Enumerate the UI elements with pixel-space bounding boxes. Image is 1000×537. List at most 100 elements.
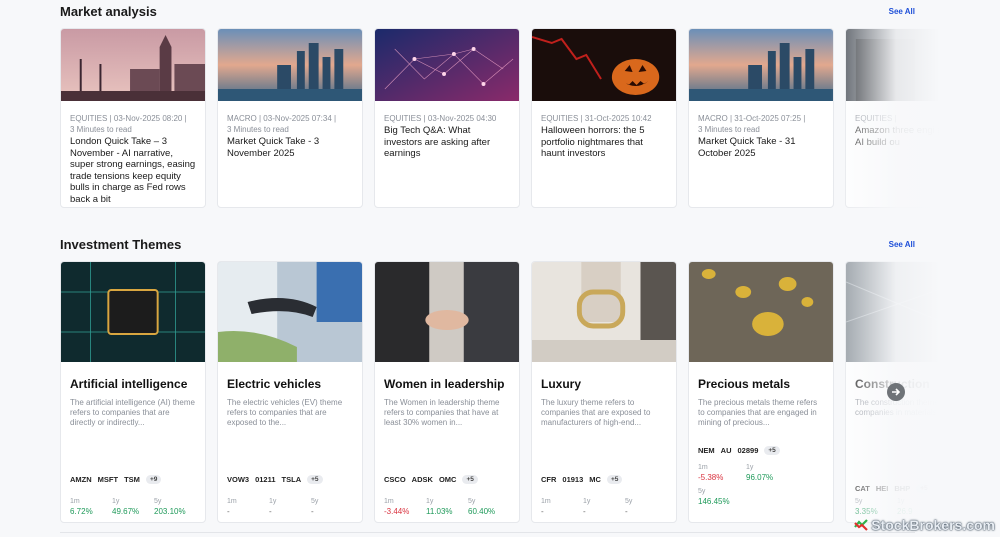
arrow-right-icon: [892, 388, 901, 396]
watermark: StockBrokers.com: [854, 517, 995, 533]
ticker[interactable]: MC: [589, 475, 601, 484]
performance-row: 5y 3.35% 1y 26.9: [855, 498, 940, 516]
see-all-link[interactable]: See All: [889, 7, 915, 16]
more-tickers-badge[interactable]: +5: [764, 446, 780, 455]
section-title: Market analysis: [60, 4, 157, 19]
carousel-next-button[interactable]: [887, 383, 905, 401]
ticker-list: VOW3 01211 TSLA +5: [227, 475, 356, 484]
theme-title: Precious metals: [698, 377, 791, 391]
article-meta: EQUITIES | 31-Oct-2025 10:42: [541, 114, 652, 123]
article-card[interactable]: EQUITIES | Amazon three engi profitable …: [845, 28, 940, 208]
handshake-image: [375, 262, 519, 362]
period-label: 1y: [746, 464, 754, 471]
more-tickers-badge[interactable]: +5: [606, 475, 623, 484]
article-title: Halloween horrors: the 5 portfolio night…: [541, 125, 645, 159]
construction-image: [846, 262, 940, 362]
market-analysis-carousel: EQUITIES | 03-Nov-2025 08:20 | 3 Minutes…: [60, 28, 940, 208]
theme-card[interactable]: Women in leadership The Women in leaders…: [374, 261, 520, 523]
ticker[interactable]: VOW3: [227, 475, 249, 484]
performance-row: 1m - 1y - 5y -: [541, 498, 670, 516]
watermark-text: StockBrokers.com: [871, 517, 995, 533]
perf-1m: -: [541, 507, 544, 516]
article-read-time: 3 Minutes to read: [227, 125, 289, 134]
theme-title: Artificial intelligence: [70, 377, 188, 391]
ticker[interactable]: HEI: [876, 484, 889, 493]
ticker[interactable]: CSCO: [384, 475, 406, 484]
ai-chip-image: [61, 262, 205, 362]
performance-row: 1m -3.44% 1y 11.03% 5y 60.40%: [384, 498, 513, 516]
city-skyline-image: [689, 29, 833, 101]
more-tickers-badge[interactable]: +5: [307, 475, 323, 484]
ticker[interactable]: OMC: [439, 475, 457, 484]
perf-1m: -: [227, 507, 230, 516]
theme-title: Women in leadership: [384, 377, 505, 391]
ticker[interactable]: 01211: [255, 475, 275, 484]
theme-description: The Women in leadership theme refers to …: [384, 398, 500, 427]
theme-card[interactable]: Electric vehicles The electric vehicles …: [217, 261, 363, 523]
city-skyline-image: [218, 29, 362, 101]
theme-card[interactable]: Artificial intelligence The artificial i…: [60, 261, 206, 523]
perf-5y: 3.35%: [855, 507, 878, 516]
performance-row: 1m -5.38% 1y 96.07%: [698, 464, 827, 482]
theme-description: The electric vehicles (EV) theme refers …: [227, 398, 343, 427]
ticker[interactable]: TSLA: [282, 475, 302, 484]
article-meta: EQUITIES | 03-Nov-2025 04:30: [384, 114, 497, 123]
ticker[interactable]: AU: [721, 446, 732, 455]
ticker[interactable]: BHP: [894, 484, 910, 493]
period-label: 1m: [541, 498, 551, 505]
perf-1y: 26.9: [897, 507, 913, 516]
more-tickers-badge[interactable]: +9: [145, 475, 162, 484]
ticker-list: CAT HEI BHP +5: [855, 484, 940, 493]
see-all-link[interactable]: See All: [889, 240, 915, 249]
article-meta: EQUITIES | 03-Nov-2025 08:20 |: [70, 114, 187, 123]
ticker-list: NEM AU 02899 +5: [698, 446, 827, 455]
investment-themes-carousel: Artificial intelligence The artificial i…: [60, 261, 940, 523]
theme-description: The artificial intelligence (AI) theme r…: [70, 398, 195, 427]
article-card[interactable]: MACRO | 31-Oct-2025 07:25 | 3 Minutes to…: [688, 28, 834, 208]
ticker[interactable]: ADSK: [412, 475, 433, 484]
period-label: 1m: [384, 498, 394, 505]
more-tickers-badge[interactable]: +5: [916, 484, 932, 493]
ticker-list: CFR 01913 MC +5: [541, 475, 670, 484]
period-label: 1y: [112, 498, 120, 505]
divider: [60, 532, 915, 533]
ticker[interactable]: AMZN: [70, 475, 92, 484]
period-label: 5y: [625, 498, 633, 505]
article-card[interactable]: EQUITIES | 03-Nov-2025 08:20 | 3 Minutes…: [60, 28, 206, 208]
period-label: 1m: [698, 464, 708, 471]
period-label: 5y: [698, 488, 706, 495]
theme-card[interactable]: Precious metals The precious metals them…: [688, 261, 834, 523]
perf-5y: 60.40%: [468, 507, 496, 516]
more-tickers-badge[interactable]: +5: [462, 475, 478, 484]
aws-building-image: [846, 29, 940, 101]
period-label: 5y: [468, 498, 476, 505]
ticker[interactable]: CAT: [855, 484, 870, 493]
theme-description: The precious metals theme refers to comp…: [698, 398, 818, 427]
ticker[interactable]: CFR: [541, 475, 556, 484]
period-label: 5y: [855, 498, 863, 505]
ticker[interactable]: TSM: [124, 475, 140, 484]
ticker[interactable]: MSFT: [98, 475, 118, 484]
performance-row: 1m - 1y - 5y -: [227, 498, 356, 516]
period-label: 1m: [227, 498, 237, 505]
article-card[interactable]: EQUITIES | 03-Nov-2025 04:30 Big Tech Q&…: [374, 28, 520, 208]
perf-1y: 49.67%: [112, 507, 140, 516]
theme-card[interactable]: Luxury The luxury theme refers to compan…: [531, 261, 677, 523]
article-meta: EQUITIES |: [855, 114, 897, 123]
article-card[interactable]: EQUITIES | 31-Oct-2025 10:42 Halloween h…: [531, 28, 677, 208]
luxury-handbag-image: [532, 262, 676, 362]
period-label: 5y: [311, 498, 319, 505]
perf-5y: 146.45%: [698, 497, 730, 506]
perf-1m: 6.72%: [70, 507, 93, 516]
gold-nuggets-image: [689, 262, 833, 362]
ticker-list: CSCO ADSK OMC +5: [384, 475, 513, 484]
theme-title: Electric vehicles: [227, 377, 322, 391]
article-card[interactable]: MACRO | 03-Nov-2025 07:34 | 3 Minutes to…: [217, 28, 363, 208]
ticker[interactable]: 02899: [738, 446, 759, 455]
perf-1y: 96.07%: [746, 473, 774, 482]
perf-1m: -3.44%: [384, 507, 410, 516]
ticker[interactable]: NEM: [698, 446, 715, 455]
halloween-pumpkin-image: [532, 29, 676, 101]
theme-description: The construction theme refers to compani…: [855, 398, 940, 417]
ticker[interactable]: 01913: [562, 475, 583, 484]
